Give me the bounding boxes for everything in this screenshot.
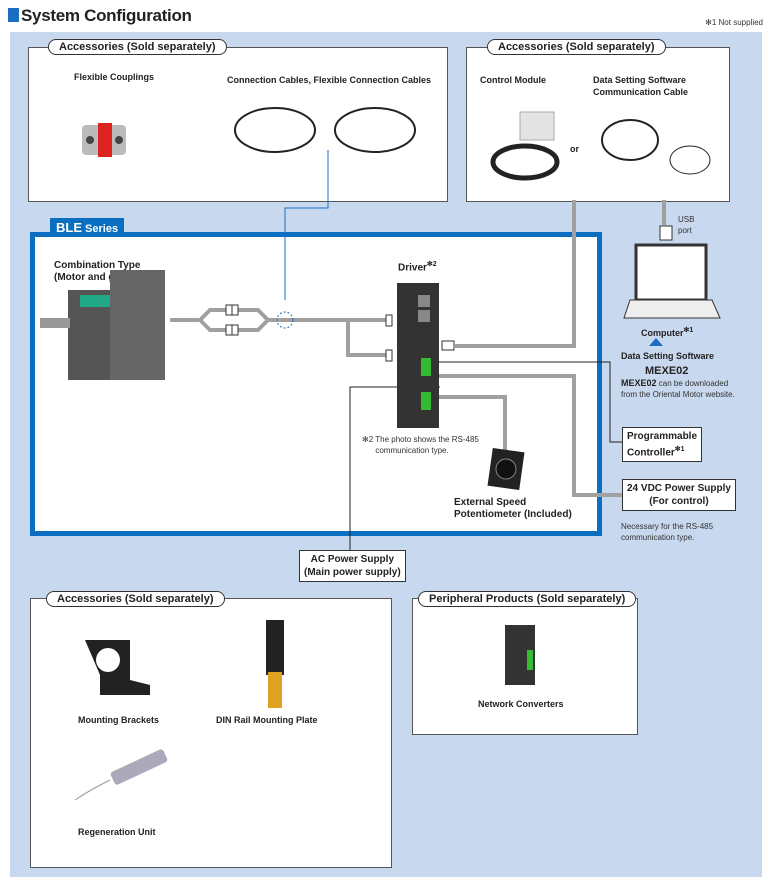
driver-image [397, 283, 439, 428]
network-converter-image [505, 625, 535, 685]
connection-cables-image [234, 107, 416, 153]
control-module-image [490, 111, 560, 181]
computer-image [623, 243, 721, 346]
regeneration-unit-image [74, 749, 168, 801]
motor-image [40, 270, 165, 380]
communication-cable-image [601, 119, 711, 175]
diagram-graphics [40, 107, 721, 801]
flexible-coupling-image [82, 123, 126, 157]
cable-pointer-line [284, 150, 329, 300]
potentiometer-image [487, 447, 525, 491]
mounting-bracket-image [85, 640, 150, 695]
din-rail-plate-image [266, 620, 284, 708]
